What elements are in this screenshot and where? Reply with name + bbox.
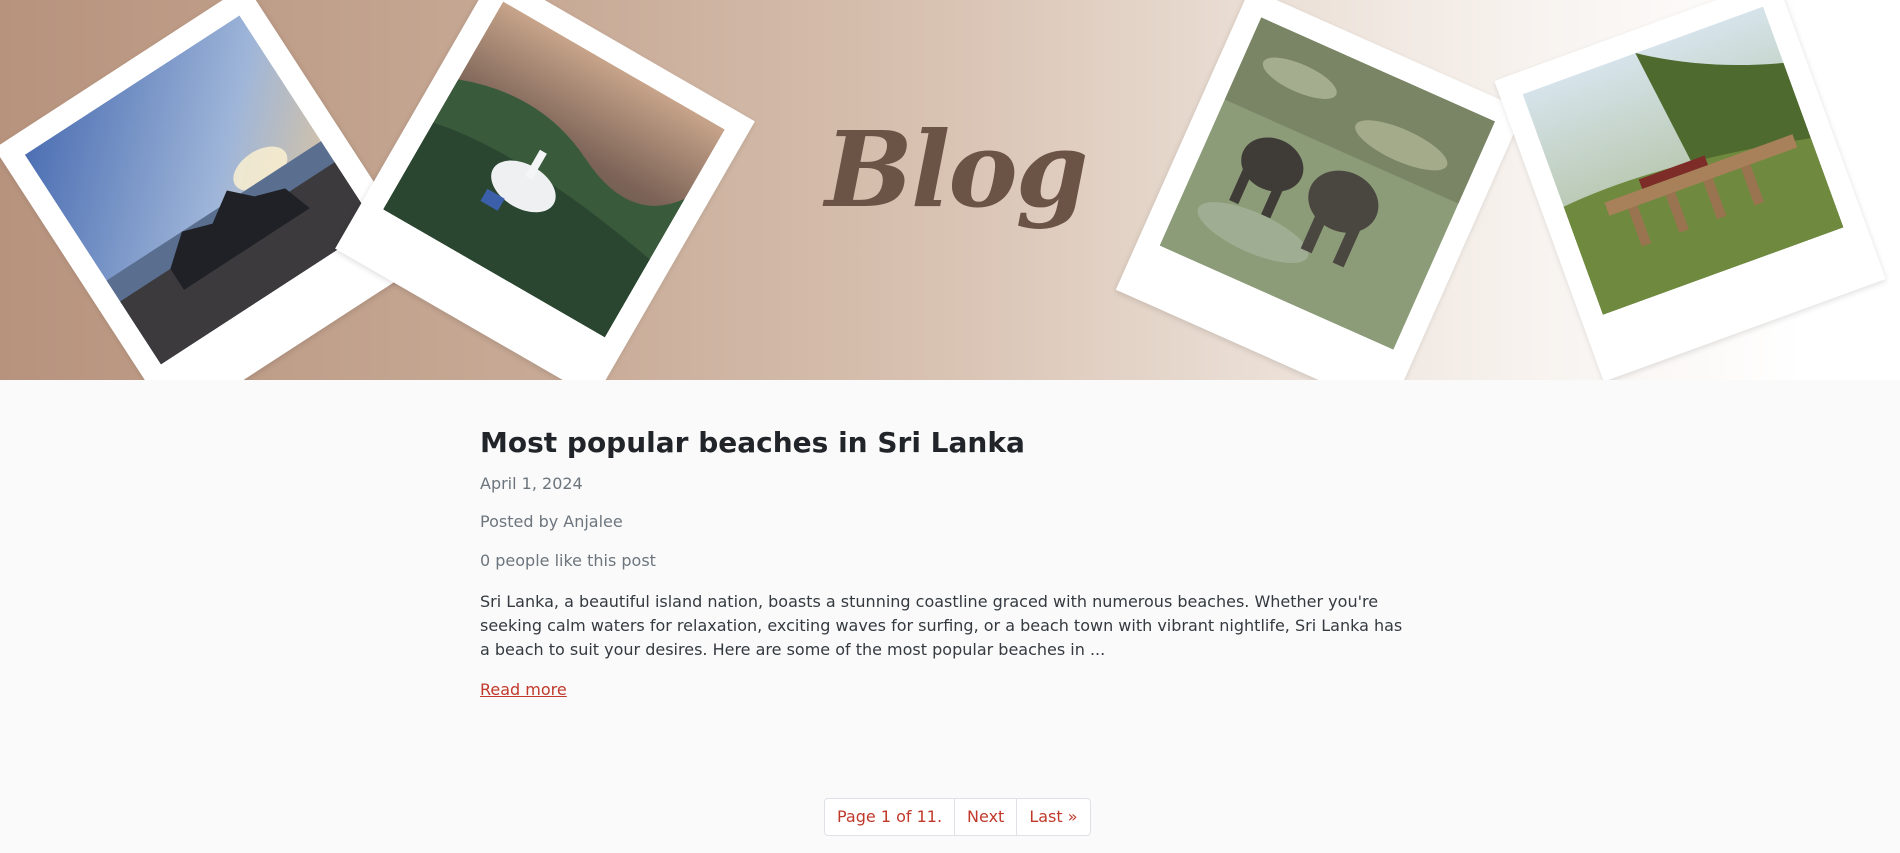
post-likes: 0 people like this post [480,551,656,571]
post-date: April 1, 2024 [480,473,583,493]
read-more-link[interactable]: Read more [480,680,567,699]
post-author: Posted by Anjalee [480,512,623,532]
next-page-link[interactable]: Next [954,799,1016,835]
blog-hero-banner: Blog [0,0,1900,380]
polaroid-frame-elephants [1115,0,1525,380]
blog-post: Most popular beaches in Sri Lanka April … [480,426,1410,699]
post-excerpt: Sri Lanka, a beautiful island nation, bo… [480,591,1403,659]
pagination: Page 1 of 11. Next Last » [824,798,1091,836]
last-page-link[interactable]: Last » [1016,799,1089,835]
polaroid-frame-bridge [1494,0,1886,380]
elephants-river-photo [1159,17,1496,350]
arch-bridge-train-photo [1522,6,1844,315]
polaroid-frame-temple [335,0,755,380]
hilltop-temple-photo [383,1,725,338]
polaroid-frame-beach [0,0,426,380]
beach-sunset-photo [24,15,376,365]
page-status: Page 1 of 11. [837,807,943,826]
blog-title: Blog [825,108,1088,231]
post-title[interactable]: Most popular beaches in Sri Lanka [480,426,1410,460]
